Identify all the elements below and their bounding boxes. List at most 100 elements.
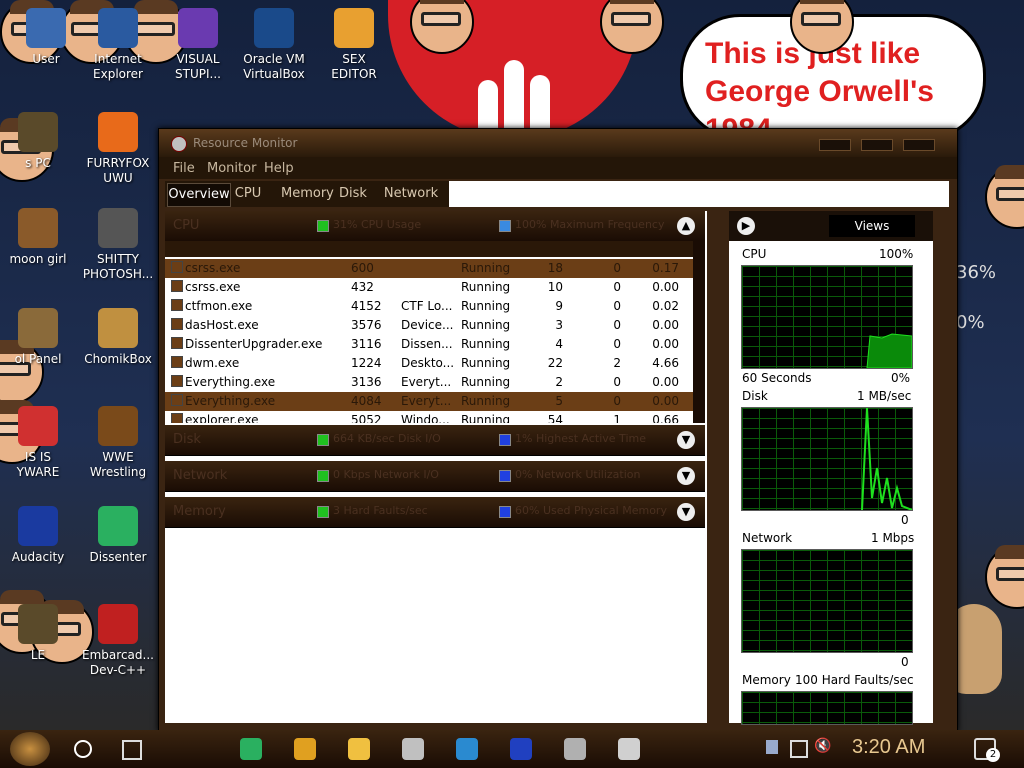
desktop-icon[interactable]: Dissenter (80, 506, 156, 565)
cell-image: dasHost.exe (185, 318, 259, 332)
chevron-down-icon[interactable]: ▼ (677, 503, 695, 521)
table-row[interactable]: csrss.exe 432 Running 10 0 0.00 (165, 278, 693, 297)
cell-threads: 22 (547, 356, 563, 370)
chevron-up-icon[interactable]: ▲ (677, 217, 695, 235)
cell-status: Running (461, 318, 511, 332)
desktop-icon[interactable]: Embarcad... Dev-C++ (80, 604, 156, 678)
window-title: Resource Monitor (193, 136, 298, 150)
task-view-icon[interactable] (122, 740, 142, 760)
desktop-icon[interactable]: Audacity (0, 506, 76, 565)
file-explorer-icon[interactable] (348, 738, 370, 760)
paint-icon[interactable] (402, 738, 424, 760)
cell-desc: Everyt... (401, 394, 452, 408)
desktop-icon[interactable]: SHITTY PHOTOSH... (80, 208, 156, 282)
row-checkbox[interactable] (171, 280, 183, 292)
row-checkbox[interactable] (171, 394, 183, 406)
table-row[interactable]: Everything.exe 3136 Everyt... Running 2 0 0.00 (165, 373, 693, 392)
table-row[interactable]: Everything.exe 4084 Everyt... Running 5 0 0.00 (165, 392, 693, 411)
start-button[interactable] (10, 732, 50, 766)
desktop-icon[interactable]: FURRYFOX UWU (80, 112, 156, 186)
edge-icon[interactable] (456, 738, 478, 760)
desktop-icon[interactable]: IS IS YWARE (0, 406, 76, 480)
memory-section-title: Memory (173, 504, 226, 519)
menu-help[interactable]: Help (264, 161, 294, 176)
row-checkbox[interactable] (171, 318, 183, 330)
desktop-icon[interactable]: Internet Explorer (80, 8, 156, 82)
network-util-text: 0% Network Utilization (515, 468, 641, 481)
views-button[interactable]: Views (829, 215, 915, 237)
row-checkbox[interactable] (171, 413, 183, 423)
desktop-icon[interactable]: User (8, 8, 84, 67)
chrome-icon[interactable] (294, 738, 316, 760)
cell-threads: 10 (547, 280, 563, 294)
cpu-section-header[interactable]: CPU 31% CPU Usage 100% Maximum Frequency… (165, 211, 705, 242)
process-table-header[interactable] (165, 241, 693, 257)
network-icon[interactable] (790, 740, 808, 758)
overview-panel: CPU 31% CPU Usage 100% Maximum Frequency… (165, 211, 707, 723)
notification-icon[interactable]: 2 (974, 738, 1000, 762)
menu-monitor[interactable]: Monitor (207, 161, 256, 176)
network-section-header[interactable]: Network 0 Kbps Network I/O 0% Network Ut… (165, 461, 705, 492)
row-checkbox[interactable] (171, 375, 183, 387)
taskbar: 🔇 3:20 AM 2 (0, 730, 1024, 768)
tab-overview[interactable]: Overview (167, 183, 231, 207)
network-util-swatch (499, 470, 511, 482)
tab-memory[interactable]: Memory (281, 183, 334, 205)
chevron-down-icon[interactable]: ▼ (677, 431, 695, 449)
desktop-icon[interactable]: WWE Wrestling (80, 406, 156, 480)
title-bar[interactable]: Resource Monitor (159, 129, 957, 157)
memory-graph-max: 100 Hard Faults/sec (795, 673, 914, 687)
menu-file[interactable]: File (173, 161, 195, 176)
photoshop-icon[interactable] (564, 738, 586, 760)
process-table-scrollbar[interactable] (693, 241, 705, 423)
desktop-icon[interactable]: SEX EDITOR (316, 8, 392, 82)
search-icon[interactable] (74, 740, 92, 758)
chevron-right-icon[interactable]: ▶ (737, 217, 755, 235)
tab-network[interactable]: Network (383, 183, 439, 205)
cell-desc: Device... (401, 318, 454, 332)
speaker-muted-icon[interactable]: 🔇 (814, 738, 831, 754)
table-row[interactable]: dasHost.exe 3576 Device... Running 3 0 0.00 (165, 316, 693, 335)
maximize-button[interactable] (861, 139, 893, 151)
close-button[interactable] (903, 139, 935, 151)
table-row[interactable]: DissenterUpgrader.exe 3116 Dissen... Runnin… (165, 335, 693, 354)
cell-image: DissenterUpgrader.exe (185, 337, 323, 351)
row-checkbox[interactable] (171, 356, 183, 368)
disk-section-header[interactable]: Disk 664 KB/sec Disk I/O 1% Highest Acti… (165, 425, 705, 456)
device-icon[interactable] (766, 740, 778, 754)
memory-section-header[interactable]: Memory 3 Hard Faults/sec 60% Used Physic… (165, 497, 705, 528)
desktop-icon[interactable]: LE (0, 604, 76, 663)
minimize-button[interactable] (819, 139, 851, 151)
memory-faults-swatch (317, 506, 329, 518)
row-checkbox[interactable] (171, 261, 183, 273)
app-icon (334, 8, 374, 48)
cell-desc: Everyt... (401, 375, 452, 389)
tab-cpu[interactable]: CPU (233, 183, 263, 205)
chevron-down-icon[interactable]: ▼ (677, 467, 695, 485)
desktop-icon-label: Dissenter (89, 550, 147, 564)
dissenter-icon[interactable] (240, 738, 262, 760)
table-row[interactable]: ctfmon.exe 4152 CTF Lo... Running 9 0 0.02 (165, 297, 693, 316)
clock[interactable]: 3:20 AM (852, 736, 925, 759)
tab-disk[interactable]: Disk (337, 183, 369, 205)
app-icon (18, 406, 58, 446)
desktop-icon[interactable]: ChomikBox (80, 308, 156, 367)
desktop-icon[interactable]: Oracle VM VirtualBox (236, 8, 312, 82)
desktop-icon-label: Audacity (11, 550, 65, 564)
cell-avg: 4.66 (652, 356, 679, 370)
row-checkbox[interactable] (171, 299, 183, 311)
desktop-icon[interactable]: moon girl (0, 208, 76, 267)
cell-status: Running (461, 394, 511, 408)
table-row[interactable]: explorer.exe 5052 Windo... Running 54 1 0.66 (165, 411, 693, 423)
resource-monitor-icon[interactable] (618, 738, 640, 760)
audacity-icon[interactable] (510, 738, 532, 760)
desktop-icon[interactable]: s PC (0, 112, 76, 171)
table-row[interactable]: csrss.exe 600 Running 18 0 0.17 (165, 259, 693, 278)
desktop-icon[interactable]: ol Panel (0, 308, 76, 367)
cell-status: Running (461, 356, 511, 370)
desktop-icon-label: ol Panel (14, 352, 62, 366)
table-row[interactable]: dwm.exe 1224 Deskto... Running 22 2 4.66 (165, 354, 693, 373)
desktop-icon[interactable]: VISUAL STUPI... (160, 8, 236, 82)
row-checkbox[interactable] (171, 337, 183, 349)
cell-status: Running (461, 280, 511, 294)
